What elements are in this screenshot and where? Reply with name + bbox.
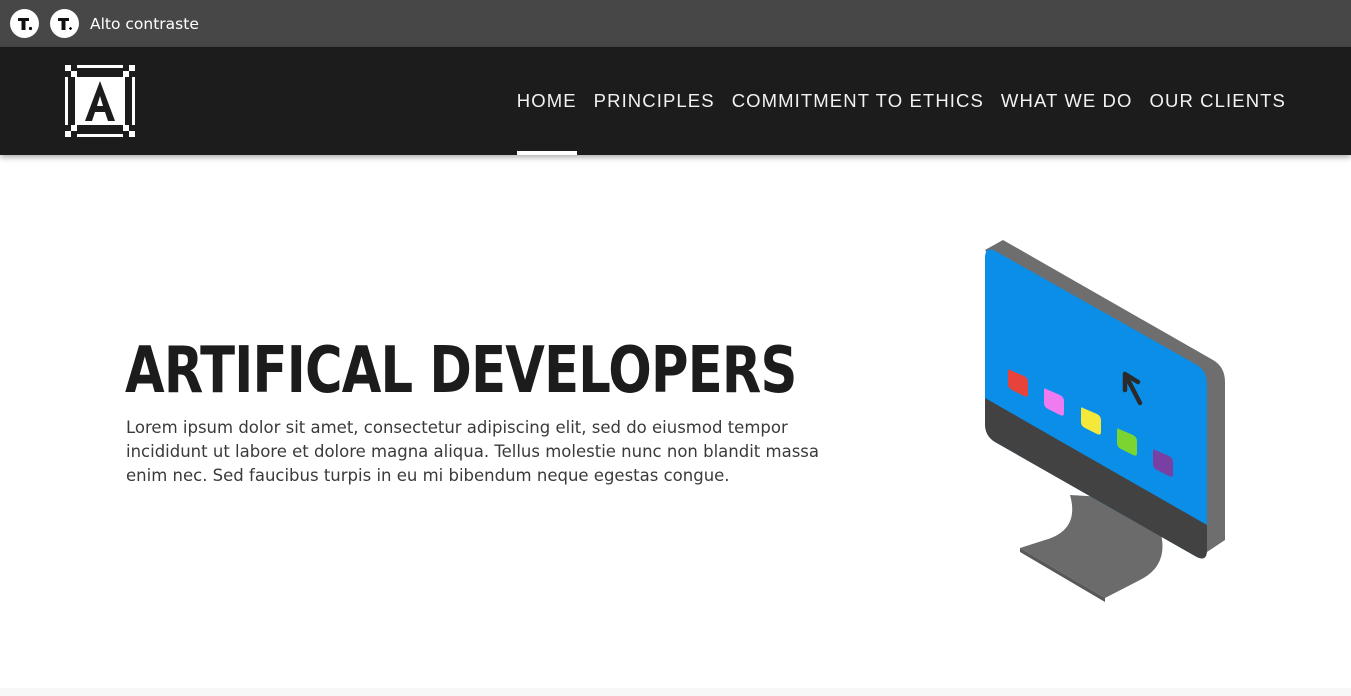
- nav-principles[interactable]: PRINCIPLES: [594, 47, 715, 155]
- monitor-illustration: [985, 240, 1225, 602]
- hero-title: ARTIFICAL DEVELOPERS: [125, 334, 797, 408]
- nav-commitment-to-ethics[interactable]: COMMITMENT TO ETHICS: [732, 47, 984, 155]
- high-contrast-toggle[interactable]: Alto contraste: [90, 15, 199, 33]
- text-size-increase-button[interactable]: [50, 9, 79, 38]
- nav-our-clients[interactable]: OUR CLIENTS: [1150, 47, 1286, 155]
- text-size-decrease-button[interactable]: [10, 9, 39, 38]
- hero-description: Lorem ipsum dolor sit amet, consectetur …: [126, 418, 819, 485]
- nav-home[interactable]: HOME: [516, 47, 577, 155]
- text-size-icon: [57, 17, 72, 30]
- text-size-icon: [17, 17, 32, 30]
- main-nav: HOME PRINCIPLES COMMITMENT TO ETHICS WHA…: [500, 47, 1286, 155]
- site-header: HOME PRINCIPLES COMMITMENT TO ETHICS WHA…: [0, 47, 1351, 155]
- section-divider: [0, 688, 1351, 696]
- nav-what-we-do[interactable]: WHAT WE DO: [1001, 47, 1133, 155]
- accessibility-toolbar: Alto contraste: [0, 0, 1351, 47]
- logo[interactable]: [65, 65, 135, 137]
